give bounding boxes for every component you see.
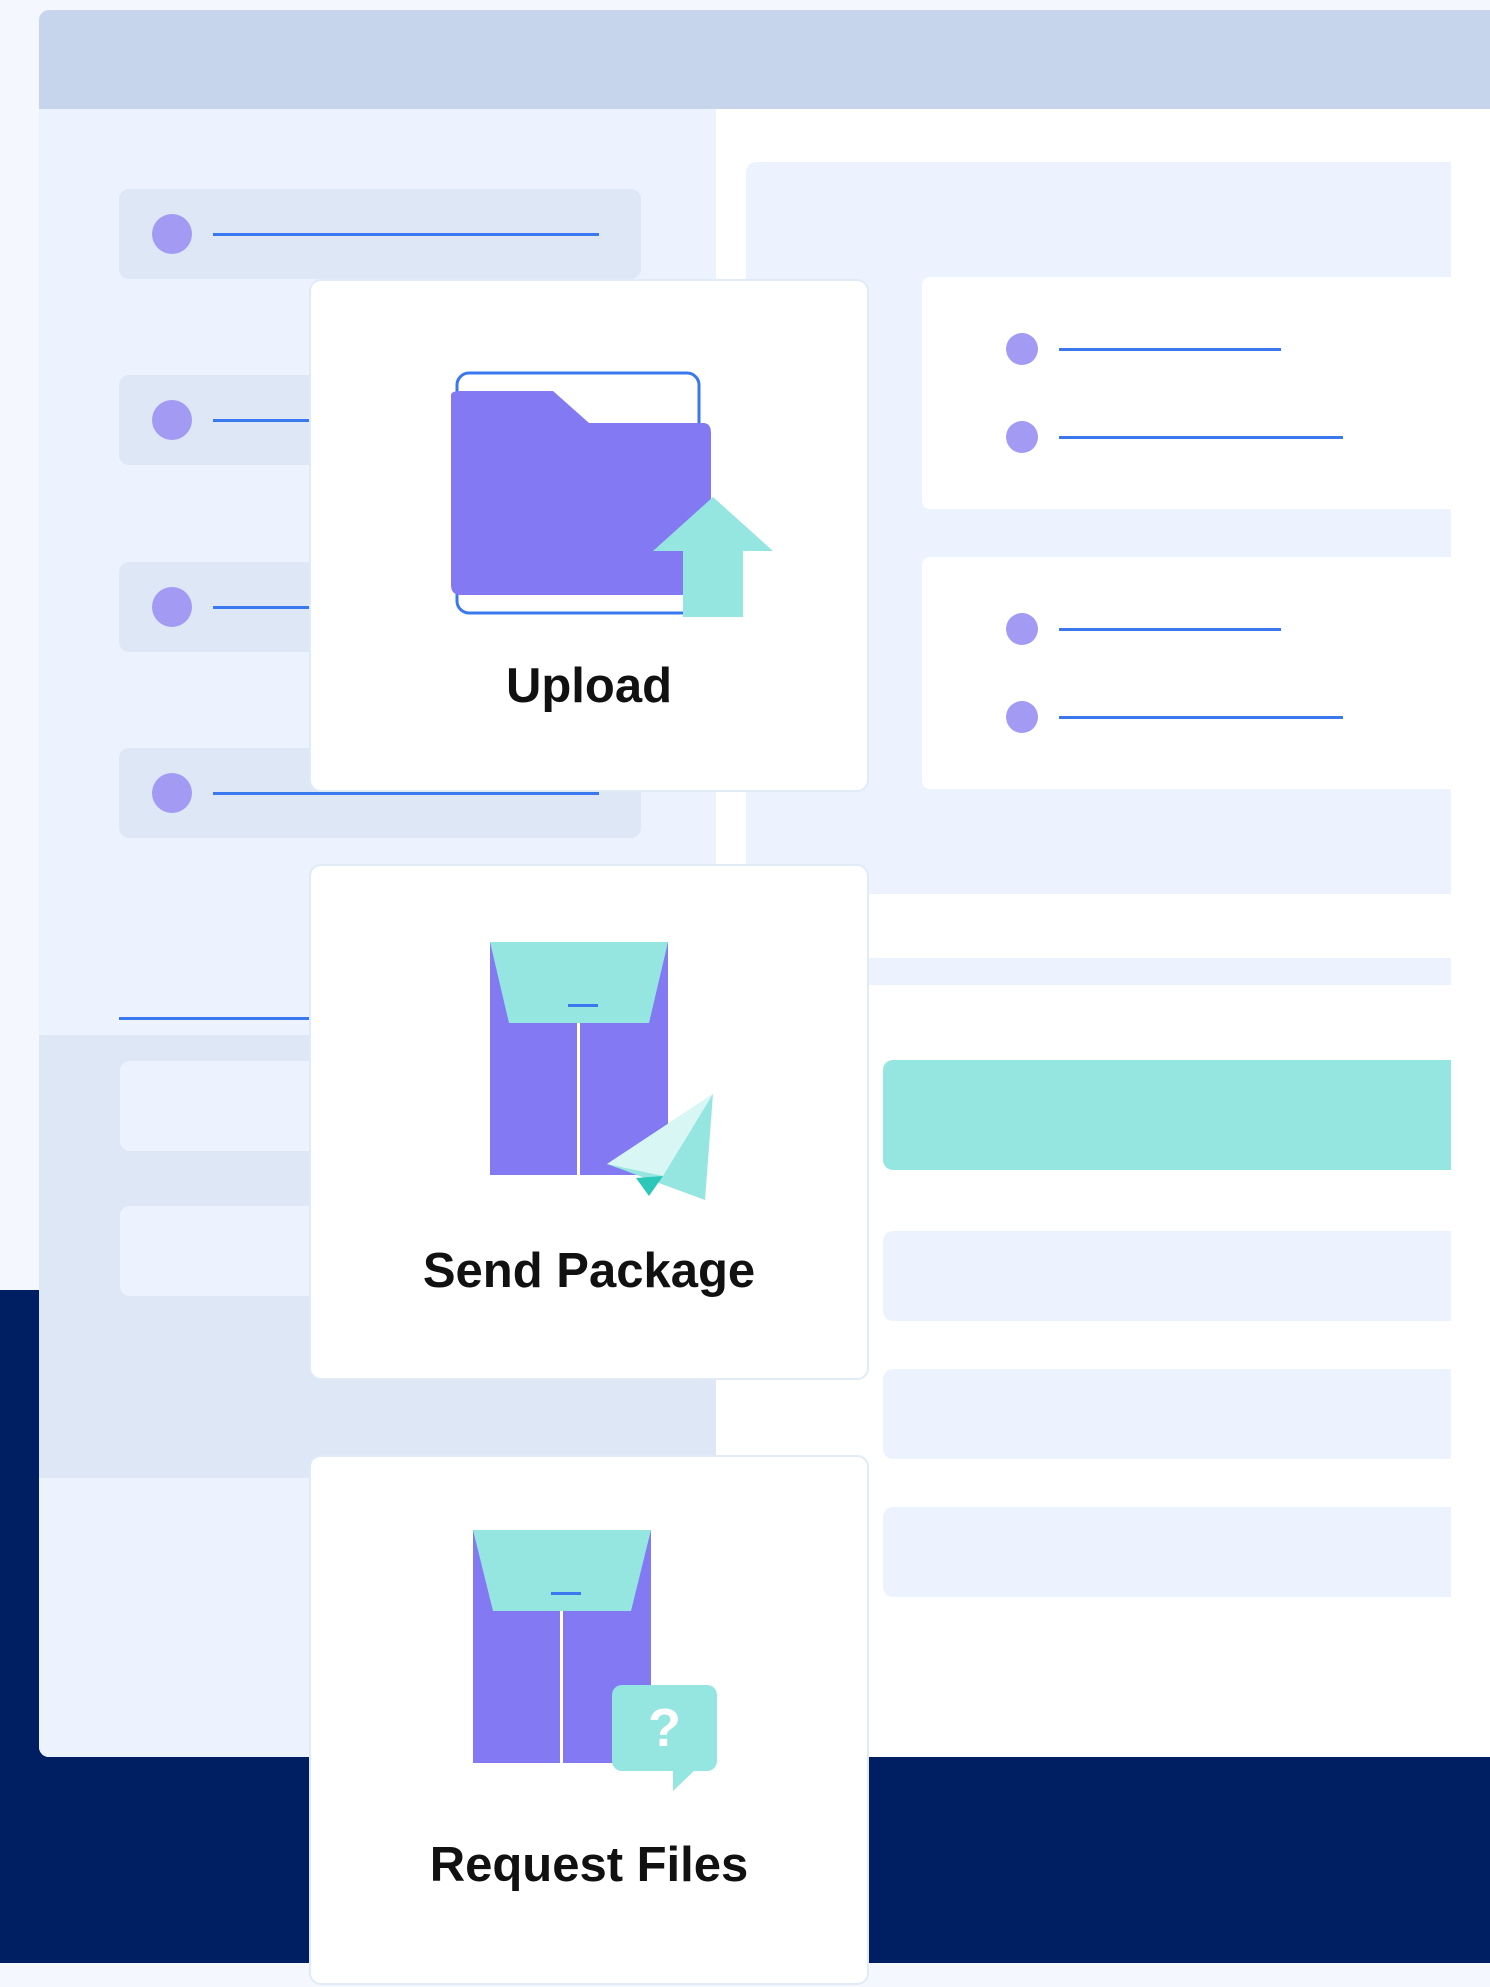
request-files-label: Request Files bbox=[429, 1838, 749, 1892]
bullet-icon bbox=[152, 587, 192, 627]
send-package-tile[interactable]: Send Package bbox=[309, 864, 869, 1380]
bullet-icon bbox=[152, 773, 192, 813]
list-row[interactable] bbox=[883, 1369, 1451, 1459]
send-package-label: Send Package bbox=[422, 1244, 756, 1298]
list-row[interactable] bbox=[883, 1231, 1451, 1321]
placeholder-line bbox=[1059, 348, 1281, 351]
bullet-icon bbox=[152, 214, 192, 254]
folder-upload-icon bbox=[451, 371, 773, 617]
bullet-icon bbox=[1006, 613, 1038, 645]
placeholder-line bbox=[213, 233, 599, 236]
primary-bar[interactable] bbox=[883, 1060, 1451, 1170]
list-row[interactable] bbox=[883, 1507, 1451, 1597]
sidebar-item[interactable] bbox=[119, 189, 641, 279]
upload-label: Upload bbox=[505, 659, 673, 713]
question-icon: ? bbox=[648, 1698, 681, 1758]
bullet-icon bbox=[1006, 333, 1038, 365]
info-card[interactable] bbox=[922, 557, 1451, 789]
upload-tile[interactable]: Upload bbox=[309, 279, 869, 792]
placeholder-line bbox=[1059, 628, 1281, 631]
bullet-icon bbox=[1006, 421, 1038, 453]
request-files-tile[interactable]: ? Request Files bbox=[309, 1455, 869, 1985]
placeholder-line bbox=[1059, 436, 1343, 439]
package-send-icon bbox=[490, 942, 713, 1200]
bullet-icon bbox=[1006, 701, 1038, 733]
package-request-icon bbox=[473, 1530, 717, 1791]
title-bar bbox=[39, 10, 1490, 109]
bullet-icon bbox=[152, 400, 192, 440]
placeholder-line bbox=[1059, 716, 1343, 719]
info-card[interactable] bbox=[922, 277, 1451, 509]
